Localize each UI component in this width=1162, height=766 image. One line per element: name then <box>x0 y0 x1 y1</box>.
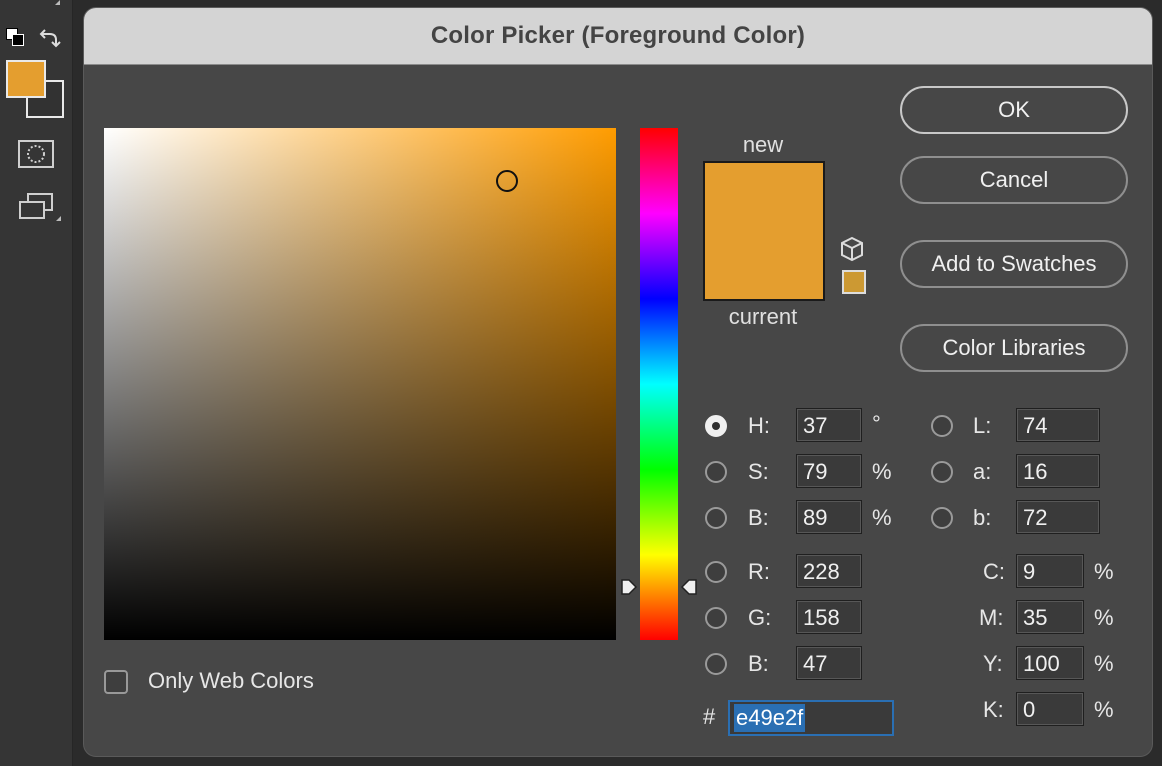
blue-field[interactable]: 47 <box>796 646 862 680</box>
hue-unit: ° <box>872 411 881 436</box>
brightness-label: B: <box>748 505 769 530</box>
lab-b-field[interactable]: 72 <box>1016 500 1100 534</box>
hue-radio[interactable] <box>705 415 727 437</box>
panel-corner-mark <box>55 0 60 5</box>
brightness-radio[interactable] <box>705 507 727 529</box>
screen-mode-corner-mark <box>56 216 61 221</box>
swap-colors-icon[interactable] <box>38 26 62 50</box>
tools-panel <box>0 0 73 766</box>
hex-hash-label: # <box>703 704 716 729</box>
magenta-field[interactable]: 35 <box>1016 600 1084 634</box>
color-libraries-button[interactable]: Color Libraries <box>900 324 1128 372</box>
lab-a-radio[interactable] <box>931 461 953 483</box>
hue-slider-right-arrow-icon[interactable] <box>680 578 698 596</box>
brightness-unit: % <box>872 505 892 530</box>
blue-label: B: <box>748 651 769 676</box>
saturation-label: S: <box>748 459 769 484</box>
ok-button[interactable]: OK <box>900 86 1128 134</box>
yellow-unit: % <box>1094 651 1114 676</box>
color-picker-dialog: Color Picker (Foreground Color) new curr… <box>84 8 1152 756</box>
magenta-unit: % <box>1094 605 1114 630</box>
default-colors-icon[interactable] <box>6 28 28 48</box>
hex-field[interactable]: e49e2f <box>728 700 894 736</box>
current-color-swatch[interactable] <box>705 231 823 299</box>
lab-a-field[interactable]: 16 <box>1016 454 1100 488</box>
color-field[interactable] <box>104 128 616 640</box>
magenta-label: M: <box>979 605 1004 630</box>
saturation-radio[interactable] <box>705 461 727 483</box>
black-field[interactable]: 0 <box>1016 692 1084 726</box>
preview-new-label: new <box>742 132 784 157</box>
lab-l-field[interactable]: 74 <box>1016 408 1100 442</box>
web-safe-cube-icon[interactable] <box>840 236 864 262</box>
brightness-field[interactable]: 89 <box>796 500 862 534</box>
lab-b-label: b: <box>973 505 992 530</box>
saturation-field[interactable]: 79 <box>796 454 862 488</box>
hue-field[interactable]: 37 <box>796 408 862 442</box>
yellow-label: Y: <box>983 651 1003 676</box>
black-unit: % <box>1094 697 1114 722</box>
black-label: K: <box>983 697 1004 722</box>
hue-label: H: <box>748 413 770 438</box>
only-web-colors-label[interactable]: Only Web Colors <box>148 668 314 694</box>
dialog-titlebar[interactable]: Color Picker (Foreground Color) <box>84 8 1152 65</box>
web-safe-color-swatch[interactable] <box>842 270 866 294</box>
red-label: R: <box>748 559 770 584</box>
hue-slider-left-arrow-icon[interactable] <box>620 578 638 596</box>
lab-l-radio[interactable] <box>931 415 953 437</box>
saturation-unit: % <box>872 459 892 484</box>
green-field[interactable]: 158 <box>796 600 862 634</box>
only-web-colors-checkbox[interactable] <box>104 670 128 694</box>
dialog-title: Color Picker (Foreground Color) <box>430 22 806 49</box>
quick-mask-icon[interactable] <box>18 140 54 168</box>
yellow-field[interactable]: 100 <box>1016 646 1084 680</box>
foreground-color-swatch[interactable] <box>6 60 46 98</box>
color-preview <box>703 161 825 301</box>
color-field-cursor[interactable] <box>496 170 518 192</box>
hue-slider[interactable] <box>640 128 678 640</box>
green-radio[interactable] <box>705 607 727 629</box>
blue-radio[interactable] <box>705 653 727 675</box>
red-radio[interactable] <box>705 561 727 583</box>
lab-b-radio[interactable] <box>931 507 953 529</box>
add-to-swatches-button[interactable]: Add to Swatches <box>900 240 1128 288</box>
new-color-swatch <box>705 163 823 231</box>
cyan-label: C: <box>983 559 1005 584</box>
green-label: G: <box>748 605 772 630</box>
screen-mode-icon[interactable] <box>18 192 58 224</box>
lab-a-label: a: <box>973 459 992 484</box>
cyan-field[interactable]: 9 <box>1016 554 1084 588</box>
red-field[interactable]: 228 <box>796 554 862 588</box>
cyan-unit: % <box>1094 559 1114 584</box>
lab-l-label: L: <box>973 413 992 438</box>
hex-value-selection: e49e2f <box>734 704 806 732</box>
preview-current-label: current <box>728 304 798 329</box>
cancel-button[interactable]: Cancel <box>900 156 1128 204</box>
